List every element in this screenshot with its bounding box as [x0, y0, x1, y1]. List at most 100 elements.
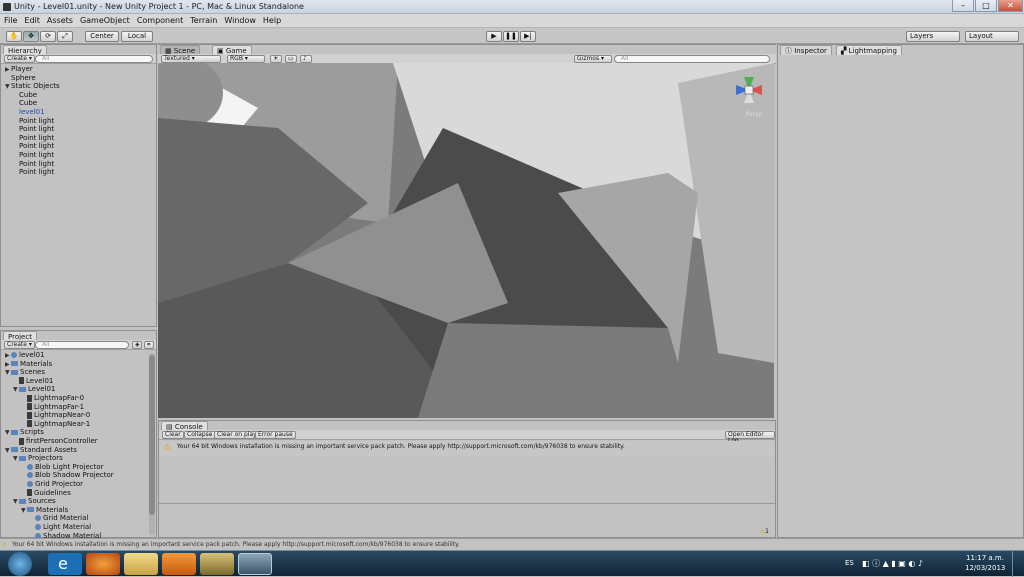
console-clear-button[interactable]: Clear — [162, 431, 184, 439]
show-desktop-button[interactable] — [1012, 551, 1024, 577]
project-item[interactable]: LightmapNear-0 — [21, 411, 90, 419]
pivot-local-button[interactable]: Local — [121, 31, 153, 42]
layout-dropdown[interactable]: Layout — [965, 31, 1019, 42]
minimize-button[interactable]: – — [952, 0, 974, 12]
start-button-icon[interactable] — [8, 552, 32, 576]
tray-icons[interactable]: ◧ ⓘ ▲ ▮ ▣ ◐ ♪ — [862, 558, 923, 569]
tab-lightmapping[interactable]: ▞ Lightmapping — [836, 45, 902, 55]
project-create-button[interactable]: Create ▾ — [4, 341, 35, 349]
project-search-input[interactable]: All — [35, 341, 129, 349]
hierarchy-item[interactable]: Point light — [13, 134, 54, 142]
pivot-center-button[interactable]: Center — [85, 31, 119, 42]
file-explorer-icon[interactable] — [124, 553, 158, 575]
menu-component[interactable]: Component — [133, 14, 186, 25]
scene-viewport[interactable]: Persp — [158, 63, 774, 418]
menu-terrain[interactable]: Terrain — [186, 14, 220, 25]
menu-file[interactable]: File — [0, 14, 20, 25]
lighting-toggle-icon[interactable]: ☀ — [270, 55, 282, 63]
hierarchy-item[interactable]: Point light — [13, 168, 54, 176]
render-mode-dropdown[interactable]: RGB ▾ — [227, 55, 265, 63]
hierarchy-item[interactable]: Point light — [13, 117, 54, 125]
project-item[interactable]: LightmapFar-0 — [21, 394, 84, 402]
hierarchy-item[interactable]: Point light — [13, 151, 54, 159]
hierarchy-item-label: Point light — [19, 151, 55, 159]
scene-view-image-icon[interactable]: ▭ — [285, 55, 297, 63]
hierarchy-item[interactable]: Sphere — [5, 74, 36, 82]
shading-dropdown[interactable]: Textured ▾ — [161, 55, 221, 63]
layout-label: Layout — [969, 32, 993, 40]
title-bar: Unity - Level01.unity - New Unity Projec… — [0, 0, 1024, 14]
filter-label-icon[interactable]: ⌗ — [144, 341, 154, 349]
layers-dropdown[interactable]: Layers — [906, 31, 960, 42]
hand-tool-icon[interactable]: ✋ — [6, 31, 22, 42]
hierarchy-create-button[interactable]: Create ▾ — [4, 55, 35, 63]
scene-gizmo[interactable] — [732, 73, 766, 107]
filter-type-icon[interactable]: ◈ — [132, 341, 142, 349]
menu-window[interactable]: Window — [220, 14, 259, 25]
main-toolbar: ✋ ✥ ⟳ ⤢ Center Local ▶ ❚❚ ▶| Layers Layo… — [0, 28, 1024, 44]
project-item[interactable]: Guidelines — [21, 489, 71, 497]
internet-explorer-icon[interactable]: e — [48, 553, 82, 575]
asset-icon — [27, 420, 32, 428]
folder-icon — [11, 447, 18, 453]
hierarchy-item-label: Point light — [19, 125, 55, 134]
console-log-entry[interactable]: ⚠ Your 64 bit Windows installation is mi… — [159, 441, 775, 457]
play-icon[interactable]: ▶ — [486, 31, 502, 42]
clock-time[interactable]: 11:17 a.m. — [965, 554, 1005, 562]
pause-icon[interactable]: ❚❚ — [503, 31, 519, 42]
step-icon[interactable]: ▶| — [520, 31, 536, 42]
project-item[interactable]: Grid Projector — [21, 480, 83, 488]
close-button[interactable]: ✕ — [998, 0, 1023, 12]
firefox-icon[interactable] — [86, 553, 120, 575]
console-collapse-button[interactable]: Collapse — [184, 431, 216, 439]
project-toolbar: Create ▾ All ◈ ⌗ — [1, 340, 156, 350]
hierarchy-item[interactable]: Point light — [13, 160, 54, 168]
tab-inspector[interactable]: ⓘ Inspector — [780, 45, 832, 55]
maximize-button[interactable]: □ — [975, 0, 997, 12]
unity-taskbar-icon[interactable] — [238, 553, 272, 575]
language-indicator[interactable]: ES — [845, 559, 854, 567]
project-scrollbar[interactable] — [149, 353, 155, 535]
material-icon — [35, 524, 41, 530]
material-icon — [35, 515, 41, 522]
hierarchy-search-input[interactable]: All — [35, 55, 153, 63]
scene-search-input[interactable]: All — [614, 55, 770, 63]
audio-toggle-icon[interactable]: ♪ — [300, 55, 312, 63]
project-item[interactable]: Blob Shadow Projector — [21, 471, 114, 479]
clock-date[interactable]: 12/03/2013 — [965, 564, 1005, 572]
console-error-pause-button[interactable]: Error pause — [255, 431, 296, 439]
hierarchy-item[interactable]: Cube — [13, 91, 37, 99]
hierarchy-item[interactable]: Cube — [13, 99, 37, 107]
menu-gameobject[interactable]: GameObject — [76, 14, 133, 25]
hierarchy-item[interactable]: level01 — [13, 108, 45, 116]
asset-icon — [27, 489, 32, 497]
project-item[interactable]: firstPersonController — [13, 437, 98, 445]
project-scroll-thumb[interactable] — [149, 355, 155, 515]
project-item[interactable]: LightmapNear-1 — [21, 420, 90, 428]
project-create-label: Create — [7, 341, 27, 348]
status-bar[interactable]: ⚠ Your 64 bit Windows installation is mi… — [0, 538, 1024, 550]
hierarchy-item[interactable]: Point light — [13, 125, 54, 133]
media-player-icon[interactable] — [162, 553, 196, 575]
open-editor-log-button[interactable]: Open Editor Log — [725, 431, 775, 444]
menu-assets[interactable]: Assets — [43, 14, 76, 25]
hierarchy-create-label: Create — [7, 55, 27, 62]
project-item[interactable]: Blob Light Projector — [21, 463, 104, 471]
rotate-tool-icon[interactable]: ⟳ — [40, 31, 56, 42]
gizmos-dropdown[interactable]: Gizmos ▾ — [574, 55, 612, 63]
window-title: Unity - Level01.unity - New Unity Projec… — [14, 2, 304, 11]
asset-icon — [27, 411, 32, 419]
project-item[interactable]: Grid Material — [29, 514, 88, 522]
project-item[interactable]: LightmapFar-1 — [21, 403, 84, 411]
project-item[interactable]: Level01 — [13, 377, 53, 385]
asset-icon — [19, 437, 24, 445]
app-pencil-icon[interactable] — [200, 553, 234, 575]
project-item[interactable]: Light Material — [29, 523, 91, 531]
menu-help[interactable]: Help — [259, 14, 284, 25]
project-item-label: Blob Shadow Projector — [35, 471, 114, 480]
hierarchy-item[interactable]: Point light — [13, 142, 54, 150]
menu-edit[interactable]: Edit — [20, 14, 43, 25]
scale-tool-icon[interactable]: ⤢ — [57, 31, 73, 42]
move-tool-icon[interactable]: ✥ — [23, 31, 39, 42]
console-clear-on-play-button[interactable]: Clear on play — [214, 431, 260, 439]
